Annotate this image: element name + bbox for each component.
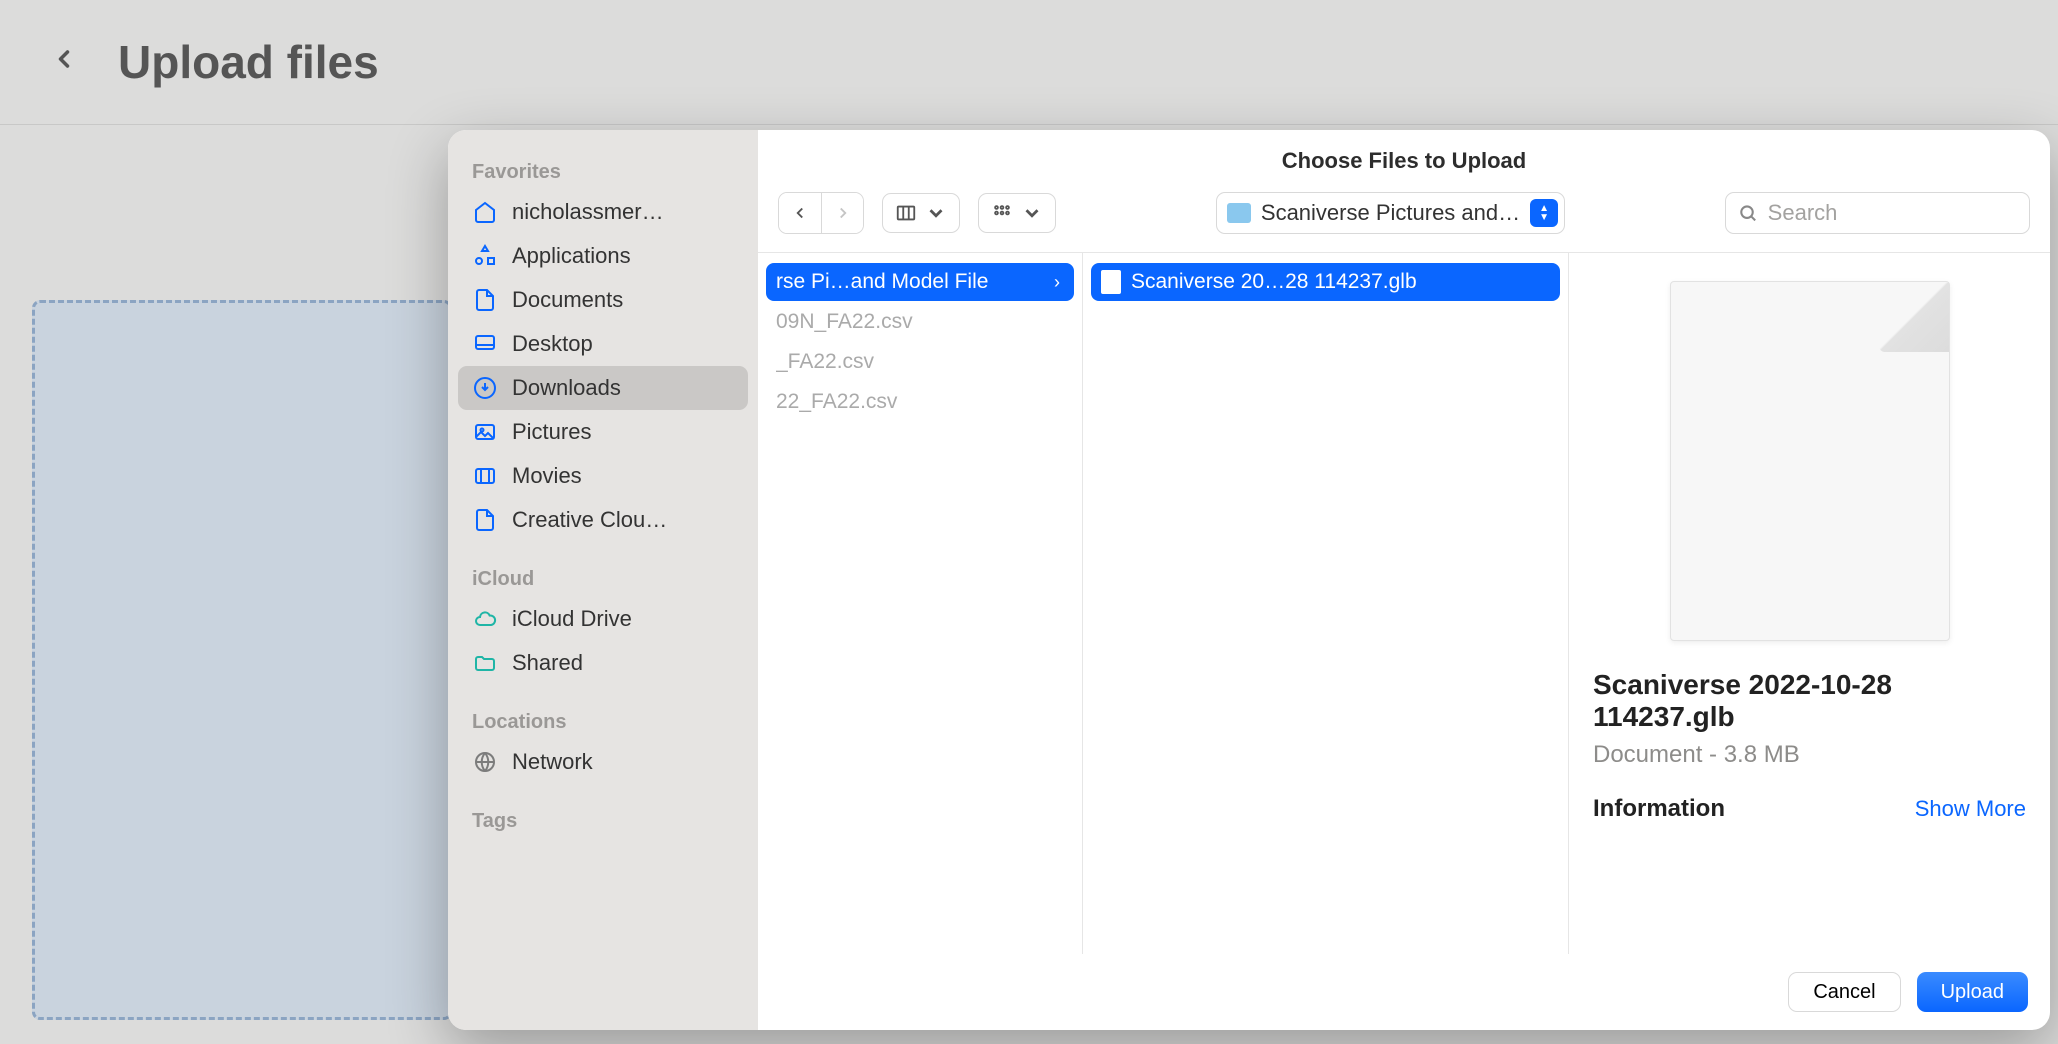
home-icon bbox=[472, 199, 498, 225]
sidebar-item-applications[interactable]: Applications bbox=[458, 234, 748, 278]
sidebar-item-label: Creative Clou… bbox=[512, 507, 667, 533]
file-column-2: Scaniverse 20…28 114237.glb bbox=[1083, 253, 1569, 954]
file-name: _FA22.csv bbox=[776, 350, 1060, 374]
sidebar-item-shared[interactable]: Shared bbox=[458, 641, 748, 685]
folder-select[interactable]: Scaniverse Pictures and… ▲▼ bbox=[1216, 192, 1565, 234]
file-name: 09N_FA22.csv bbox=[776, 310, 1060, 334]
sidebar-item-documents[interactable]: Documents bbox=[458, 278, 748, 322]
file-row[interactable]: Scaniverse 20…28 114237.glb bbox=[1091, 263, 1560, 301]
picture-icon bbox=[472, 419, 498, 445]
folder-name: Scaniverse Pictures and… bbox=[1261, 200, 1520, 226]
sidebar-item-label: Documents bbox=[512, 287, 623, 313]
sidebar-item-label: Pictures bbox=[512, 419, 591, 445]
document-icon bbox=[472, 287, 498, 313]
preview-info-label: Information bbox=[1593, 795, 1725, 823]
file-dialog: Favorites nicholassmer… Applications Doc… bbox=[448, 130, 2050, 1030]
sidebar-item-label: Shared bbox=[512, 650, 583, 676]
back-button[interactable] bbox=[50, 44, 78, 81]
file-column-1: rse Pi…and Model File › 09N_FA22.csv _FA… bbox=[758, 253, 1083, 954]
file-name: 22_FA22.csv bbox=[776, 390, 1060, 414]
upload-button[interactable]: Upload bbox=[1917, 972, 2028, 1012]
columns-icon bbox=[895, 202, 917, 224]
sidebar-item-label: iCloud Drive bbox=[512, 606, 632, 632]
cloud-icon bbox=[472, 606, 498, 632]
preview-filename: Scaniverse 2022-10-28 114237.glb bbox=[1593, 669, 2026, 733]
download-icon bbox=[472, 375, 498, 401]
nav-back-button[interactable] bbox=[779, 193, 821, 233]
file-name: Scaniverse 20…28 114237.glb bbox=[1131, 270, 1546, 294]
sidebar-item-movies[interactable]: Movies bbox=[458, 454, 748, 498]
preview-thumbnail bbox=[1670, 281, 1950, 641]
sidebar-item-icloud-drive[interactable]: iCloud Drive bbox=[458, 597, 748, 641]
upload-dropzone[interactable] bbox=[32, 300, 452, 1020]
grid-icon bbox=[991, 202, 1013, 224]
sidebar: Favorites nicholassmer… Applications Doc… bbox=[448, 130, 758, 1030]
sidebar-item-label: Movies bbox=[512, 463, 582, 489]
search-icon bbox=[1738, 202, 1758, 224]
chevron-left-icon bbox=[50, 45, 78, 73]
sidebar-item-pictures[interactable]: Pictures bbox=[458, 410, 748, 454]
chevron-right-icon bbox=[834, 204, 852, 222]
sidebar-item-label: Network bbox=[512, 749, 593, 775]
shared-folder-icon bbox=[472, 650, 498, 676]
file-row[interactable]: _FA22.csv bbox=[766, 343, 1074, 381]
file-row[interactable]: rse Pi…and Model File › bbox=[766, 263, 1074, 301]
file-row[interactable]: 22_FA22.csv bbox=[766, 383, 1074, 421]
network-icon bbox=[472, 749, 498, 775]
file-row[interactable]: 09N_FA22.csv bbox=[766, 303, 1074, 341]
document-icon bbox=[472, 507, 498, 533]
nav-forward-button[interactable] bbox=[821, 193, 863, 233]
show-more-link[interactable]: Show More bbox=[1915, 796, 2026, 822]
cancel-button[interactable]: Cancel bbox=[1788, 972, 1900, 1012]
sidebar-item-creative-cloud[interactable]: Creative Clou… bbox=[458, 498, 748, 542]
view-columns-button[interactable] bbox=[882, 193, 960, 233]
movie-icon bbox=[472, 463, 498, 489]
chevron-left-icon bbox=[791, 204, 809, 222]
view-grid-button[interactable] bbox=[978, 193, 1056, 233]
sidebar-item-label: nicholassmer… bbox=[512, 199, 664, 225]
sidebar-item-home[interactable]: nicholassmer… bbox=[458, 190, 748, 234]
preview-meta: Document - 3.8 MB bbox=[1593, 741, 2026, 769]
dialog-title: Choose Files to Upload bbox=[758, 130, 2050, 192]
desktop-icon bbox=[472, 331, 498, 357]
folder-icon bbox=[1227, 203, 1251, 223]
sidebar-item-label: Desktop bbox=[512, 331, 593, 357]
chevron-right-icon: › bbox=[1054, 272, 1060, 293]
up-down-chevron-icon: ▲▼ bbox=[1530, 199, 1558, 227]
sidebar-header-icloud: iCloud bbox=[458, 562, 748, 597]
sidebar-header-favorites: Favorites bbox=[458, 155, 748, 190]
sidebar-header-locations: Locations bbox=[458, 705, 748, 740]
search-input[interactable] bbox=[1768, 200, 2017, 226]
file-icon bbox=[1101, 270, 1121, 294]
chevron-down-icon bbox=[1021, 202, 1043, 224]
preview-pane: Scaniverse 2022-10-28 114237.glb Documen… bbox=[1569, 253, 2050, 954]
toolbar: Scaniverse Pictures and… ▲▼ bbox=[758, 192, 2050, 252]
sidebar-item-label: Applications bbox=[512, 243, 631, 269]
file-name: rse Pi…and Model File bbox=[776, 270, 1044, 294]
page-title: Upload files bbox=[118, 35, 379, 89]
chevron-down-icon bbox=[925, 202, 947, 224]
sidebar-item-desktop[interactable]: Desktop bbox=[458, 322, 748, 366]
sidebar-item-network[interactable]: Network bbox=[458, 740, 748, 784]
sidebar-item-label: Downloads bbox=[512, 375, 621, 401]
sidebar-header-tags: Tags bbox=[458, 804, 748, 839]
sidebar-item-downloads[interactable]: Downloads bbox=[458, 366, 748, 410]
apps-icon bbox=[472, 243, 498, 269]
search-box[interactable] bbox=[1725, 192, 2030, 234]
divider bbox=[0, 124, 2058, 125]
